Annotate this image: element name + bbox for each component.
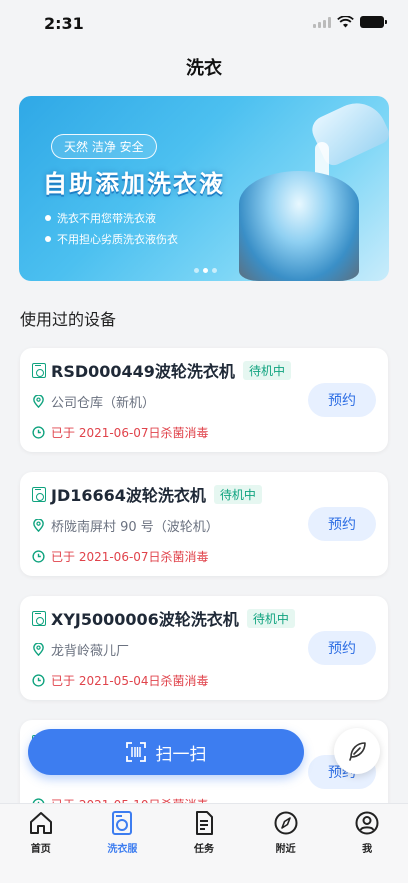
location-pin-icon (33, 395, 44, 408)
status-badge: 待机中 (246, 608, 295, 628)
scan-qr-icon (125, 742, 146, 762)
status-time: 2:31 (44, 14, 84, 33)
promo-banner[interactable]: 天然 洁净 安全 自助添加洗衣液 洗衣不用您带洗衣液 不用担心劣质洗衣液伤衣 (19, 96, 389, 281)
sanitize-text: 已于 2021-06-07日杀菌消毒 (51, 550, 209, 564)
sanitize-text: 已于 2021-05-04日杀菌消毒 (51, 674, 209, 688)
tab-home[interactable]: 首页 (9, 810, 73, 883)
signal-icon (313, 16, 331, 28)
sanitize-text: 已于 2021-06-07日杀菌消毒 (51, 426, 209, 440)
tab-label: 洗衣服 (107, 844, 138, 855)
location-text: 桥陇南屏村 90 号（波轮机） (51, 520, 219, 535)
clock-icon (32, 426, 45, 439)
washer-icon (32, 610, 46, 626)
profile-icon (355, 811, 379, 835)
washer-icon (32, 486, 46, 502)
banner-tagline: 天然 洁净 安全 (51, 134, 157, 159)
page-dot-active[interactable] (203, 268, 208, 273)
device-card[interactable]: RSD000449波轮洗衣机 待机中 公司仓库（新机） 已于 2021-06-0… (20, 348, 388, 452)
book-button[interactable]: 预约 (308, 507, 376, 541)
status-badge: 待机中 (242, 360, 291, 380)
feedback-float-button[interactable] (334, 728, 380, 774)
device-location: 龙背岭薇儿厂 (32, 640, 129, 659)
section-title: 使用过的设备 (20, 310, 117, 329)
banner-bullet: 不用担心劣质洗衣液伤衣 (45, 231, 178, 247)
scan-label: 扫一扫 (155, 744, 207, 765)
tab-label: 首页 (30, 844, 51, 855)
battery-icon (360, 16, 387, 28)
washer-drum-image (239, 171, 359, 281)
sanitize-info: 已于 2021-06-07日杀菌消毒 (32, 548, 209, 565)
device-header: RSD000449波轮洗衣机 待机中 (32, 360, 291, 381)
tab-label: 附近 (275, 844, 296, 855)
wifi-icon (337, 16, 354, 28)
task-icon (195, 811, 213, 835)
tab-tasks[interactable]: 任务 (172, 810, 236, 883)
tab-bar: 首页 洗衣服 任务 附近 我 (0, 803, 408, 883)
compass-icon (274, 811, 298, 835)
page-dot[interactable] (194, 268, 199, 273)
device-location: 桥陇南屏村 90 号（波轮机） (32, 516, 219, 535)
tab-nearby[interactable]: 附近 (254, 810, 318, 883)
status-badge: 待机中 (213, 484, 262, 504)
washer-icon (32, 362, 46, 378)
location-text: 公司仓库（新机） (51, 396, 156, 411)
book-button[interactable]: 预约 (308, 631, 376, 665)
status-bar: 2:31 (0, 0, 408, 46)
tab-label: 任务 (193, 844, 214, 855)
device-name: XYJ5000006波轮洗衣机 (51, 610, 239, 629)
device-card[interactable]: XYJ5000006波轮洗衣机 待机中 龙背岭薇儿厂 已于 2021-05-04… (20, 596, 388, 700)
location-pin-icon (33, 643, 44, 656)
home-icon (29, 812, 52, 834)
device-header: JD16664波轮洗衣机 待机中 (32, 484, 262, 505)
banner-bullet: 洗衣不用您带洗衣液 (45, 210, 156, 226)
scan-button[interactable]: 扫一扫 (28, 729, 304, 775)
sanitize-info: 已于 2021-05-04日杀菌消毒 (32, 672, 209, 689)
location-pin-icon (33, 519, 44, 532)
status-icons (313, 16, 387, 28)
book-button[interactable]: 预约 (308, 383, 376, 417)
page-title: 洗衣 (186, 58, 222, 79)
device-name: JD16664波轮洗衣机 (51, 486, 206, 505)
location-text: 龙背岭薇儿厂 (51, 644, 130, 659)
device-header: XYJ5000006波轮洗衣机 待机中 (32, 608, 295, 629)
clock-icon (32, 674, 45, 687)
tab-laundry[interactable]: 洗衣服 (90, 810, 154, 883)
device-card[interactable]: JD16664波轮洗衣机 待机中 桥陇南屏村 90 号（波轮机） 已于 2021… (20, 472, 388, 576)
page-dot[interactable] (212, 268, 217, 273)
banner-pagination[interactable] (194, 268, 217, 273)
tab-label: 我 (362, 844, 373, 855)
washer-icon (112, 811, 133, 835)
tab-profile[interactable]: 我 (335, 810, 399, 883)
device-location: 公司仓库（新机） (32, 392, 155, 411)
feather-icon (349, 742, 366, 761)
clock-icon (32, 550, 45, 563)
device-name: RSD000449波轮洗衣机 (51, 362, 235, 381)
banner-headline: 自助添加洗衣液 (43, 170, 225, 198)
sanitize-info: 已于 2021-06-07日杀菌消毒 (32, 424, 209, 441)
